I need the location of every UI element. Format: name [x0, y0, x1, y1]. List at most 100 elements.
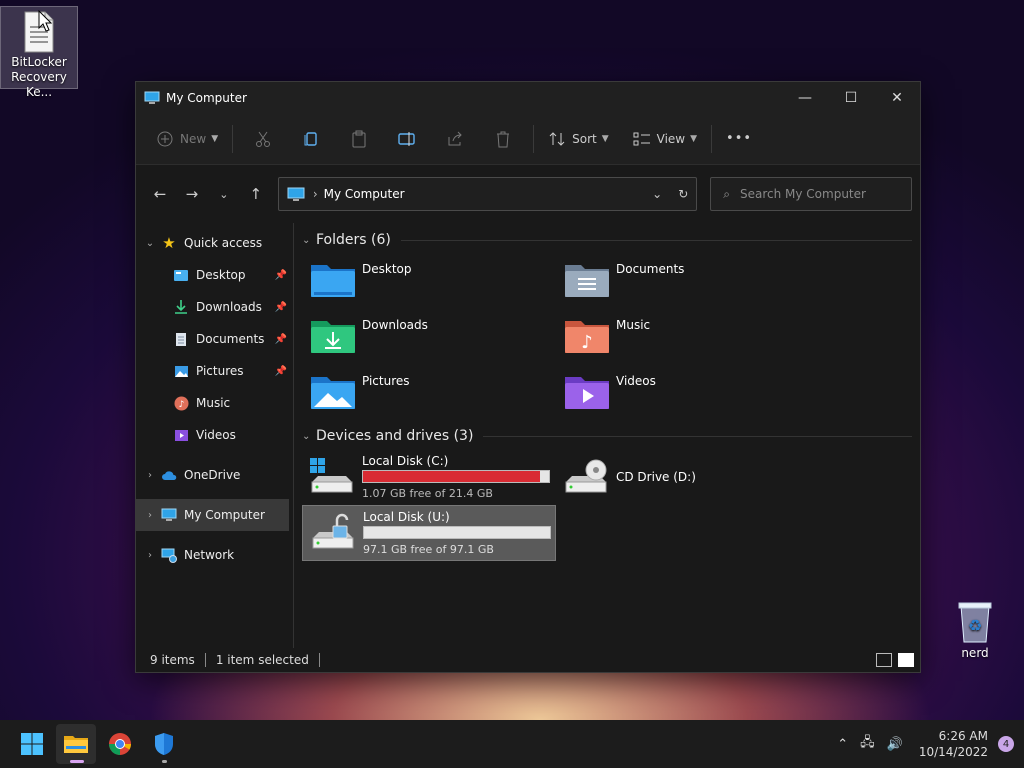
- window-title: My Computer: [166, 90, 247, 105]
- chevron-down-icon[interactable]: ⌄: [140, 238, 160, 249]
- search-input[interactable]: ⌕ Search My Computer: [710, 177, 912, 211]
- up-button[interactable]: ↑: [240, 178, 272, 210]
- back-button[interactable]: ←: [144, 178, 176, 210]
- close-icon: ✕: [891, 89, 903, 106]
- drive-free-space: 1.07 GB free of 21.4 GB: [362, 487, 493, 500]
- document-icon: [172, 331, 190, 347]
- nav-item-network[interactable]: › Network: [136, 539, 293, 571]
- paste-button[interactable]: [335, 121, 383, 157]
- recycle-bin-icon: ♻: [958, 602, 992, 643]
- chevron-up-icon[interactable]: ⌃: [837, 737, 848, 752]
- nav-item-label: Network: [184, 548, 235, 562]
- nav-item-downloads[interactable]: Downloads 📌: [136, 291, 293, 323]
- chevron-down-icon: ⌄: [219, 187, 229, 201]
- recent-locations-button[interactable]: ⌄: [208, 178, 240, 210]
- start-button[interactable]: [12, 724, 52, 764]
- new-button[interactable]: New ▼: [148, 121, 226, 157]
- drive-free-space: 97.1 GB free of 97.1 GB: [363, 543, 494, 556]
- delete-button[interactable]: [479, 121, 527, 157]
- volume-icon[interactable]: 🔊: [887, 737, 903, 752]
- rename-button[interactable]: [383, 121, 431, 157]
- drives-group-header[interactable]: ⌄ Devices and drives (3): [302, 423, 912, 449]
- desktop-icon-recycle-bin[interactable]: ♻ nerd: [936, 596, 1014, 661]
- star-icon: ★: [162, 234, 176, 252]
- address-row: ← → ⌄ ↑ › My Computer ⌄ ↻ ⌕ Search My Co…: [136, 165, 920, 223]
- running-indicator: [162, 760, 167, 763]
- chevron-right-icon[interactable]: ›: [140, 510, 160, 521]
- drive-tile-c[interactable]: Local Disk (C:) 1.07 GB free of 21.4 GB: [302, 449, 556, 505]
- nav-item-onedrive[interactable]: › OneDrive: [136, 459, 293, 491]
- item-count: 9 items: [150, 653, 195, 667]
- nav-item-label: Desktop: [196, 268, 246, 282]
- taskbar-chrome[interactable]: [100, 724, 140, 764]
- music-folder-icon: ♪: [565, 321, 609, 353]
- chevron-down-icon: ▼: [601, 133, 609, 144]
- chevron-right-icon[interactable]: ›: [140, 470, 160, 481]
- folder-tile-music[interactable]: ♪ Music: [556, 309, 810, 365]
- nav-item-quick-access[interactable]: ⌄ ★ Quick access: [136, 227, 293, 259]
- folder-tile-documents[interactable]: Documents: [556, 253, 810, 309]
- nav-item-label: Pictures: [196, 364, 244, 378]
- drive-tile-u[interactable]: Local Disk (U:) 97.1 GB free of 97.1 GB: [302, 505, 556, 561]
- details-view-icon[interactable]: [876, 653, 892, 667]
- nav-item-label: Music: [196, 396, 231, 410]
- pin-icon: 📌: [274, 269, 287, 281]
- sort-icon: [548, 130, 566, 148]
- folder-tile-pictures[interactable]: Pictures: [302, 365, 556, 421]
- divider: [318, 653, 320, 667]
- clock[interactable]: 6:26 AM 10/14/2022: [919, 728, 988, 760]
- pin-icon: 📌: [274, 301, 287, 313]
- folder-name: Music: [616, 318, 651, 332]
- address-history-chevron-icon[interactable]: ⌄: [652, 187, 662, 201]
- folder-name: Desktop: [362, 262, 412, 276]
- notification-badge[interactable]: 4: [998, 736, 1014, 752]
- nav-item-music[interactable]: ♪ Music: [136, 387, 293, 419]
- divider: [204, 653, 206, 667]
- taskbar-security[interactable]: [144, 724, 184, 764]
- sort-button[interactable]: Sort ▼: [540, 121, 617, 157]
- nav-item-desktop[interactable]: Desktop 📌: [136, 259, 293, 291]
- minimize-button[interactable]: —: [782, 82, 828, 113]
- drive-name: Local Disk (C:): [362, 454, 449, 468]
- nav-item-label: Documents: [196, 332, 265, 346]
- folder-name: Documents: [616, 262, 685, 276]
- folder-tile-downloads[interactable]: Downloads: [302, 309, 556, 365]
- clock-time: 6:26 AM: [938, 729, 988, 743]
- folder-tile-videos[interactable]: Videos: [556, 365, 810, 421]
- breadcrumb[interactable]: My Computer: [324, 187, 405, 201]
- nav-item-videos[interactable]: Videos: [136, 419, 293, 451]
- close-button[interactable]: ✕: [874, 82, 920, 113]
- folder-tile-desktop[interactable]: Desktop: [302, 253, 556, 309]
- scissors-icon: [254, 130, 272, 148]
- plus-circle-icon: [156, 130, 174, 148]
- nav-item-documents[interactable]: Documents 📌: [136, 323, 293, 355]
- drive-tile-d[interactable]: CD Drive (D:): [556, 449, 810, 505]
- cut-button[interactable]: [239, 121, 287, 157]
- maximize-button[interactable]: ☐: [828, 82, 874, 113]
- videos-folder-icon: [565, 377, 609, 409]
- desktop-icon-label: nerd: [961, 646, 989, 660]
- folder-name: Videos: [616, 374, 656, 388]
- copy-button[interactable]: [287, 121, 335, 157]
- chevron-right-icon[interactable]: ›: [140, 550, 160, 561]
- computer-icon: [160, 507, 178, 523]
- chrome-icon: [109, 733, 131, 755]
- refresh-icon[interactable]: ↻: [678, 187, 688, 201]
- nav-item-pictures[interactable]: Pictures 📌: [136, 355, 293, 387]
- pin-icon: 📌: [274, 333, 287, 345]
- copy-icon: [302, 130, 320, 148]
- nav-item-my-computer[interactable]: › My Computer: [136, 499, 289, 531]
- title-bar[interactable]: My Computer — ☐ ✕: [136, 82, 920, 113]
- tiles-view-icon[interactable]: [898, 653, 914, 667]
- taskbar-file-explorer[interactable]: [56, 724, 96, 764]
- network-status-icon[interactable]: 🖧: [860, 733, 875, 755]
- chevron-down-icon: ▼: [211, 133, 219, 144]
- view-button[interactable]: View ▼: [625, 121, 705, 157]
- share-button[interactable]: [431, 121, 479, 157]
- folders-group-header[interactable]: ⌄ Folders (6): [302, 227, 912, 253]
- address-bar[interactable]: › My Computer ⌄ ↻: [277, 177, 698, 211]
- more-options-button[interactable]: •••: [718, 121, 760, 157]
- forward-button[interactable]: →: [176, 178, 208, 210]
- more-icon: •••: [726, 131, 753, 146]
- drives-group-title: Devices and drives (3): [316, 428, 474, 444]
